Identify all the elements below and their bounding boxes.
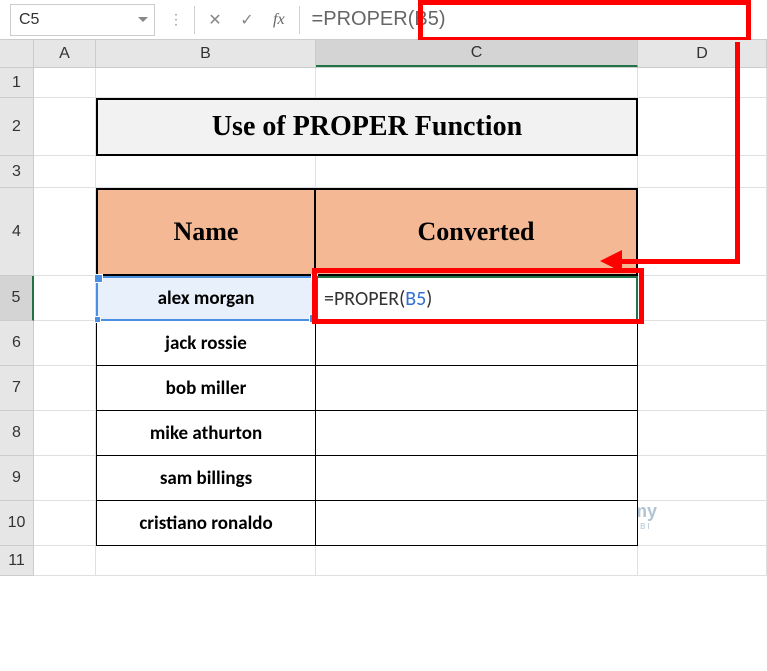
select-all-corner[interactable] (0, 40, 34, 67)
row-header-11[interactable]: 11 (0, 546, 34, 576)
cell-c9[interactable] (316, 456, 638, 501)
formula-bar: C5 ⋮ ✕ ✓ fx =PROPER(B5) (0, 0, 767, 40)
table-header-converted[interactable]: Converted (316, 188, 638, 276)
divider (299, 6, 300, 34)
formula-eq: = (324, 287, 334, 311)
chevron-down-icon[interactable] (138, 17, 148, 22)
cell-c8[interactable] (316, 411, 638, 456)
annotation-arrow (735, 42, 740, 264)
column-headers: A B C D (0, 40, 767, 68)
row-header-3[interactable]: 3 (0, 156, 34, 188)
col-header-c[interactable]: C (316, 40, 638, 67)
col-header-d[interactable]: D (638, 40, 767, 67)
spreadsheet: A B C D 1 2 3 4 5 6 7 8 9 10 11 (0, 40, 767, 576)
cancel-icon[interactable]: ✕ (199, 4, 231, 36)
cell-c10[interactable] (316, 501, 638, 546)
b5-text: alex morgan (158, 287, 255, 310)
arrow-head-icon (600, 250, 622, 272)
formula-fn: PROPER (334, 287, 399, 311)
name-box[interactable]: C5 (10, 4, 155, 36)
accept-icon[interactable]: ✓ (231, 4, 263, 36)
fx-label[interactable]: fx (263, 11, 295, 29)
col-header-a[interactable]: A (34, 40, 96, 67)
row-header-1[interactable]: 1 (0, 68, 34, 98)
cell-b6[interactable]: jack rossie (96, 321, 316, 366)
drag-handle-icon: ⋮ (163, 11, 190, 28)
row-headers: 1 2 3 4 5 6 7 8 9 10 11 (0, 68, 34, 576)
reference-cell-highlight: alex morgan (96, 276, 316, 321)
cell-b8[interactable]: mike athurton (96, 411, 316, 456)
cell-c6[interactable] (316, 321, 638, 366)
row-header-9[interactable]: 9 (0, 456, 34, 501)
name-box-value: C5 (19, 11, 39, 29)
row-header-6[interactable]: 6 (0, 321, 34, 366)
title-cell[interactable]: Use of PROPER Function (96, 98, 638, 156)
formula-close: ) (426, 287, 432, 311)
row-header-5[interactable]: 5 (0, 276, 34, 321)
cell-c7[interactable] (316, 366, 638, 411)
divider (194, 6, 195, 34)
formula-ref: B5 (405, 287, 426, 311)
row-header-10[interactable]: 10 (0, 501, 34, 546)
formula-text: =PROPER(B5) (304, 8, 454, 31)
cells-area[interactable]: Use of PROPER Function Name Converted al… (34, 68, 767, 576)
row-header-2[interactable]: 2 (0, 98, 34, 156)
annotation-arrow (618, 259, 738, 264)
table-header-name[interactable]: Name (96, 188, 316, 276)
cell-b7[interactable]: bob miller (96, 366, 316, 411)
row-header-7[interactable]: 7 (0, 366, 34, 411)
col-header-b[interactable]: B (96, 40, 316, 67)
row-header-4[interactable]: 4 (0, 188, 34, 276)
cell-b9[interactable]: sam billings (96, 456, 316, 501)
cell-b10[interactable]: cristiano ronaldo (96, 501, 316, 546)
formula-input[interactable]: =PROPER(B5) (304, 8, 767, 31)
active-cell-editor[interactable]: =PROPER(B5) (316, 276, 638, 321)
row-header-8[interactable]: 8 (0, 411, 34, 456)
